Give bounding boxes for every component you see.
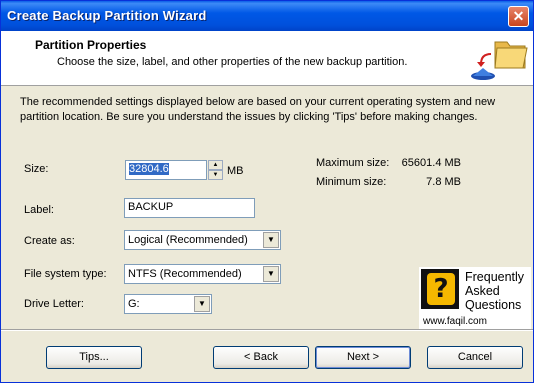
faq-line-2: Asked	[465, 284, 500, 298]
max-size-value: 65601.4 MB	[401, 157, 461, 169]
spin-down-icon[interactable]: ▼	[208, 170, 223, 180]
chevron-down-icon[interactable]: ▼	[263, 266, 279, 282]
folder-backup-icon	[471, 41, 528, 80]
label-input[interactable]: BACKUP	[124, 198, 255, 218]
min-size-label: Minimum size:	[316, 176, 387, 188]
faq-line-3: Questions	[465, 298, 522, 312]
create-as-select[interactable]: Logical (Recommended) ▼	[124, 230, 281, 250]
question-mark-icon: ?	[427, 273, 455, 305]
faq-line-1: Frequently	[465, 270, 525, 284]
back-button[interactable]: < Back	[213, 346, 309, 369]
title-bar[interactable]: Create Backup Partition Wizard ✕	[1, 1, 533, 31]
size-value: 32804.6	[129, 163, 169, 175]
spin-up-icon[interactable]: ▲	[208, 160, 223, 170]
button-separator	[1, 329, 533, 331]
size-label: Size:	[24, 163, 49, 175]
intro-text: The recommended settings displayed below…	[20, 96, 496, 123]
cancel-button[interactable]: Cancel	[427, 346, 523, 369]
create-as-label: Create as:	[24, 235, 75, 247]
window-title: Create Backup Partition Wizard	[7, 8, 207, 23]
tips-button[interactable]: Tips...	[46, 346, 142, 369]
label-label: Label:	[24, 204, 54, 216]
drive-letter-value: G:	[128, 298, 140, 310]
size-unit: MB	[227, 165, 244, 177]
faq-logo: ?	[421, 269, 459, 309]
drive-letter-label: Drive Letter:	[24, 298, 84, 310]
chevron-down-icon[interactable]: ▼	[263, 232, 279, 248]
label-value: BACKUP	[128, 201, 174, 213]
page-title: Partition Properties	[35, 38, 147, 52]
min-size-value: 7.8 MB	[426, 176, 461, 188]
faq-watermark: ? Frequently Asked Questions www.faqil.c…	[419, 267, 531, 329]
size-input[interactable]: 32804.6	[125, 160, 207, 180]
chevron-down-icon[interactable]: ▼	[194, 296, 210, 312]
wizard-window: Create Backup Partition Wizard ✕ Partiti…	[0, 0, 534, 383]
size-spinner[interactable]: ▲ ▼	[208, 160, 223, 181]
fs-type-value: NTFS (Recommended)	[128, 268, 242, 280]
fs-type-label: File system type:	[24, 268, 107, 280]
create-as-value: Logical (Recommended)	[128, 234, 248, 246]
max-size-label: Maximum size:	[316, 157, 390, 169]
faq-text: Frequently Asked Questions	[465, 270, 524, 312]
page-subtitle: Choose the size, label, and other proper…	[57, 56, 408, 68]
faq-url: www.faqil.com	[423, 316, 487, 327]
wizard-header: Partition Properties Choose the size, la…	[1, 31, 533, 86]
close-button[interactable]: ✕	[508, 6, 529, 27]
next-button[interactable]: Next >	[315, 346, 411, 369]
drive-letter-select[interactable]: G: ▼	[124, 294, 212, 314]
fs-type-select[interactable]: NTFS (Recommended) ▼	[124, 264, 281, 284]
